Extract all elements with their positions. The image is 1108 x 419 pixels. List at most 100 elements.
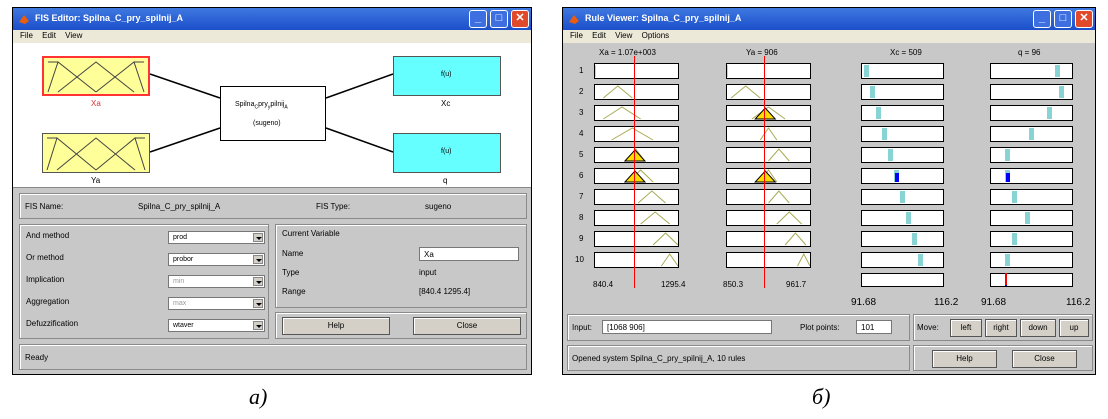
- q-rule-plot[interactable]: [990, 252, 1073, 268]
- move-up-button[interactable]: up: [1059, 319, 1089, 337]
- q-rule-plot[interactable]: [990, 189, 1073, 205]
- and-method-select[interactable]: prod: [168, 231, 265, 244]
- membership-curve: [611, 127, 654, 141]
- fis-type-label: FIS Type:: [316, 202, 351, 211]
- output-variable-q[interactable]: f(u): [393, 133, 501, 173]
- aggregation-select[interactable]: max: [168, 297, 265, 310]
- xa-rule-plot[interactable]: [594, 210, 679, 226]
- xa-rule-plot[interactable]: [594, 252, 679, 268]
- ya-rule-plot[interactable]: [726, 126, 811, 142]
- xc-rule-plot[interactable]: [861, 105, 944, 121]
- xc-rule-plot[interactable]: [861, 147, 944, 163]
- xc-rule-plot[interactable]: [861, 126, 944, 142]
- xa-rule-plot[interactable]: [594, 147, 679, 163]
- output-level-bar: [1004, 149, 1010, 161]
- window-title: FIS Editor: Spilna_C_pry_spilnij_A: [35, 13, 184, 23]
- xc-rule-plot[interactable]: [861, 189, 944, 205]
- ya-rule-plot[interactable]: [726, 252, 811, 268]
- close-button[interactable]: Close: [1012, 350, 1077, 368]
- q-rule-plot[interactable]: [990, 147, 1073, 163]
- fired-region: [754, 170, 777, 183]
- xa-rule-plot[interactable]: [594, 105, 679, 121]
- variable-type-value: input: [419, 268, 437, 277]
- input-variable-xa[interactable]: [42, 56, 150, 96]
- plot-points-field[interactable]: 101: [856, 320, 892, 334]
- input-panel: Input: [1068 906] Plot points: 101: [567, 314, 910, 341]
- q-rule-plot[interactable]: [990, 126, 1073, 142]
- output-level-bar: [1058, 86, 1064, 98]
- rule-number: 2: [579, 87, 584, 96]
- rule-number: 7: [579, 192, 584, 201]
- output-variable-xc[interactable]: f(u): [393, 56, 501, 96]
- xc-rule-plot[interactable]: [861, 210, 944, 226]
- membership-curve: [730, 85, 761, 99]
- input-variable-ya[interactable]: [42, 133, 150, 173]
- xa-rule-plot[interactable]: [594, 84, 679, 100]
- xa-axis-min: 840.4: [593, 280, 614, 289]
- help-button[interactable]: Help: [932, 350, 997, 368]
- xa-rule-plot[interactable]: [594, 189, 679, 205]
- help-button[interactable]: Help: [282, 317, 390, 335]
- xc-rule-plot[interactable]: [861, 63, 944, 79]
- xc-aggregate-plot[interactable]: [861, 273, 944, 287]
- xa-rule-plot[interactable]: [594, 126, 679, 142]
- ya-rule-plot[interactable]: [726, 84, 811, 100]
- xa-rule-plot[interactable]: [594, 168, 679, 184]
- output-level-bar: [1004, 254, 1010, 266]
- minimize-button[interactable]: _: [469, 10, 487, 28]
- move-right-button[interactable]: right: [985, 319, 1017, 337]
- q-rule-plot[interactable]: [990, 84, 1073, 100]
- q-rule-plot[interactable]: [990, 231, 1073, 247]
- active-output-bar: [1005, 173, 1010, 182]
- variable-name-input[interactable]: Xa: [419, 247, 519, 261]
- q-rule-plot[interactable]: [990, 63, 1073, 79]
- q-aggregate-plot[interactable]: [990, 273, 1073, 287]
- xc-rule-plot[interactable]: [861, 168, 944, 184]
- input-field[interactable]: [1068 906]: [602, 320, 772, 334]
- xc-rule-plot[interactable]: [861, 84, 944, 100]
- xc-rule-plot[interactable]: [861, 231, 944, 247]
- xa-input-line[interactable]: [633, 56, 635, 288]
- ya-rule-plot[interactable]: [726, 231, 811, 247]
- ya-rule-plot[interactable]: [726, 63, 811, 79]
- ya-input-line[interactable]: [764, 56, 766, 288]
- system-name: SpilnaCpryypilnijA: [235, 101, 288, 111]
- ya-rule-plot[interactable]: [726, 168, 811, 184]
- move-down-button[interactable]: down: [1020, 319, 1056, 337]
- move-left-button[interactable]: left: [950, 319, 982, 337]
- fis-system-block[interactable]: SpilnaCpryypilnijA (sugeno): [220, 86, 326, 141]
- button-panel: Help Close: [275, 312, 527, 339]
- defuzzification-select[interactable]: wtaver: [168, 319, 265, 332]
- menu-view[interactable]: View: [65, 31, 82, 40]
- ya-rule-plot[interactable]: [726, 105, 811, 121]
- methods-panel: And method prod Or method probor Implica…: [19, 224, 269, 339]
- q-rule-plot[interactable]: [990, 210, 1073, 226]
- fired-region: [623, 149, 647, 162]
- xa-rule-plot[interactable]: [594, 63, 679, 79]
- xc-rule-plot[interactable]: [861, 252, 944, 268]
- ya-rule-plot[interactable]: [726, 147, 811, 163]
- ya-rule-plot[interactable]: [726, 210, 811, 226]
- xa-rule-plot[interactable]: [594, 231, 679, 247]
- membership-curve: [768, 190, 790, 204]
- fis-editor-titlebar[interactable]: FIS Editor: Spilna_C_pry_spilnij_A _ □ ✕: [13, 8, 531, 30]
- ya-rule-plot[interactable]: [726, 189, 811, 205]
- output-level-bar: [1024, 212, 1030, 224]
- membership-functions-icon: [46, 137, 146, 171]
- output-level-bar: [1028, 128, 1034, 140]
- membership-curve: [797, 252, 811, 267]
- menu-file[interactable]: File: [20, 31, 33, 40]
- close-button[interactable]: Close: [413, 317, 521, 335]
- q-rule-plot[interactable]: [990, 168, 1073, 184]
- or-method-select[interactable]: probor: [168, 253, 265, 266]
- variable-type-label: Type: [282, 268, 300, 277]
- implication-select[interactable]: min: [168, 275, 265, 288]
- maximize-button[interactable]: □: [490, 10, 508, 28]
- chevron-down-icon: [253, 299, 263, 308]
- close-window-button[interactable]: ✕: [511, 10, 529, 28]
- input-label: Input:: [572, 323, 593, 332]
- output-level-bar: [917, 254, 923, 266]
- membership-curve: [726, 65, 728, 77]
- menu-edit[interactable]: Edit: [42, 31, 56, 40]
- q-rule-plot[interactable]: [990, 105, 1073, 121]
